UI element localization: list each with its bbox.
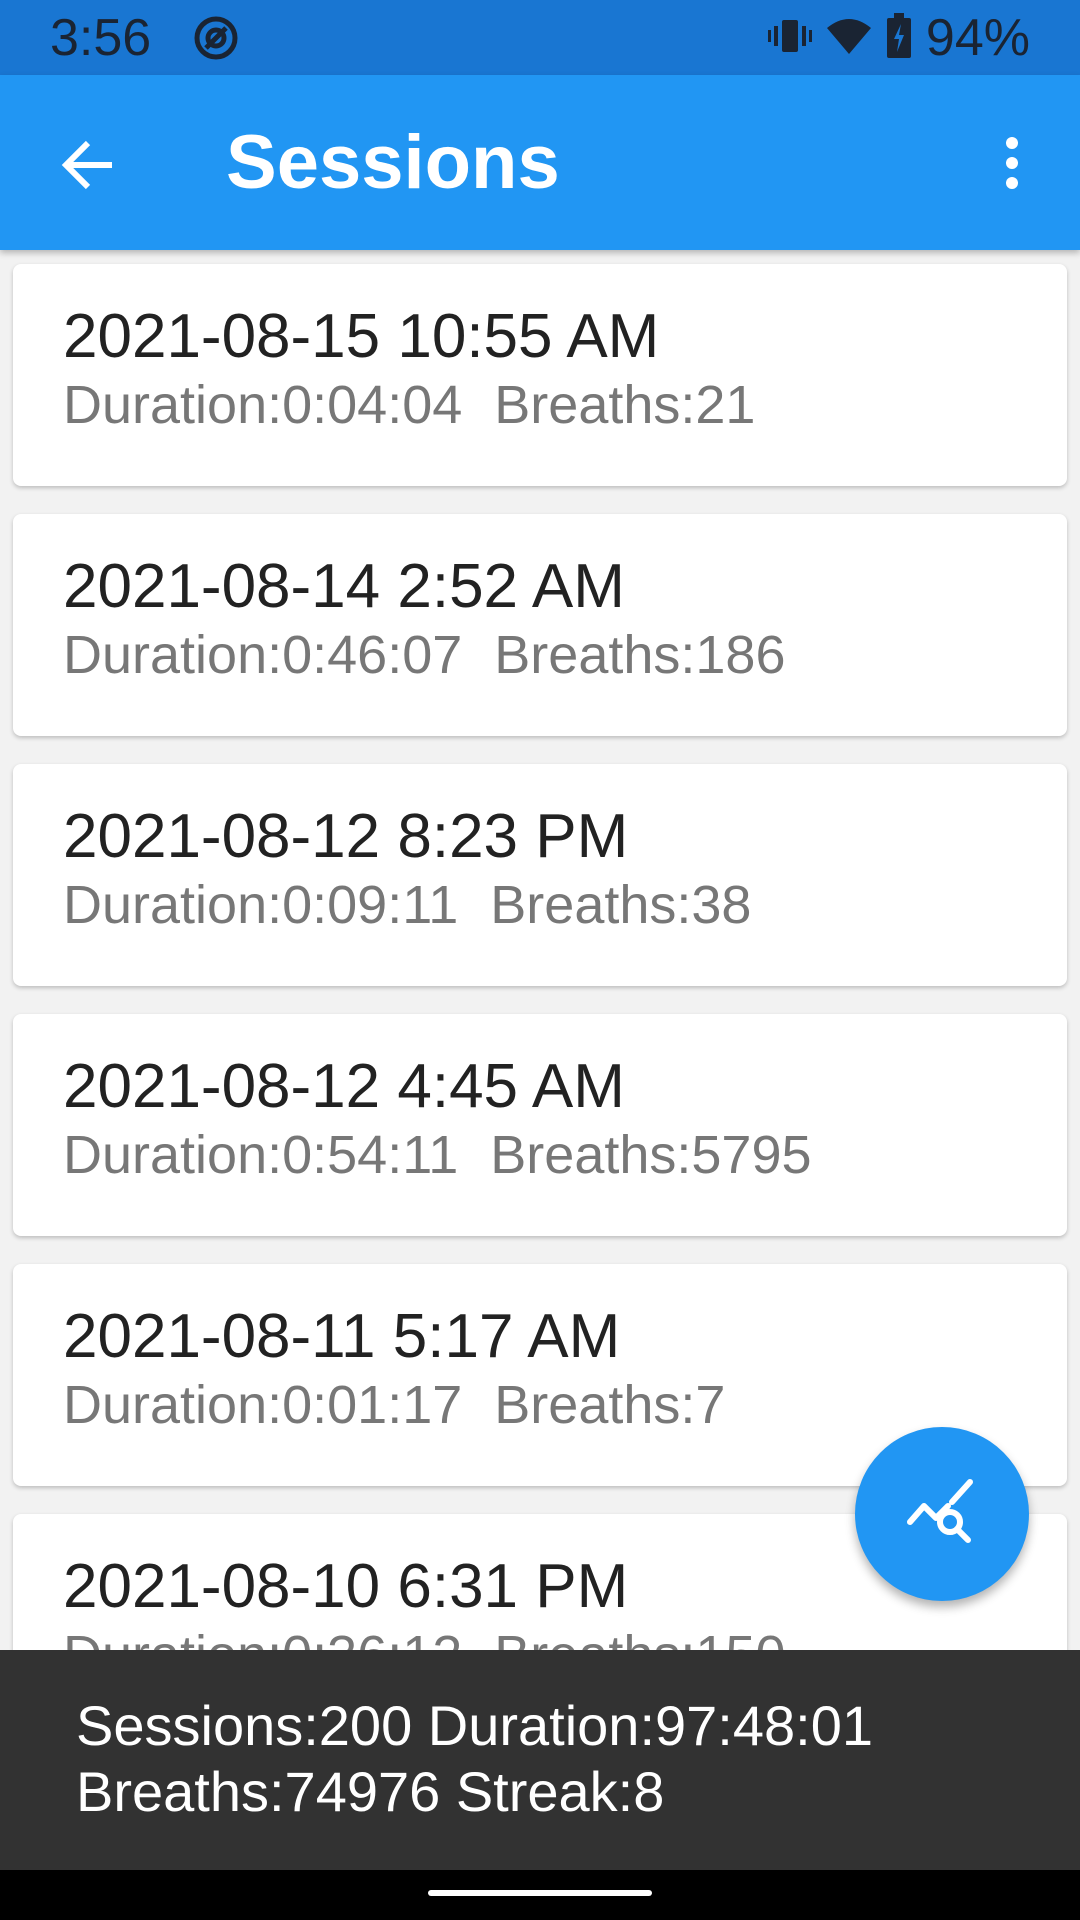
page-title: Sessions bbox=[226, 120, 560, 205]
session-breaths: Breaths:186 bbox=[494, 625, 786, 685]
session-duration: Duration:0:04:04 bbox=[63, 375, 463, 435]
status-bar: 3:56 94% bbox=[0, 0, 1080, 75]
arrow-back-icon bbox=[61, 140, 112, 190]
wifi-icon bbox=[826, 16, 872, 61]
navigation-bar bbox=[0, 1870, 1080, 1920]
status-time: 3:56 bbox=[50, 9, 152, 67]
gesture-handle[interactable] bbox=[428, 1890, 652, 1896]
session-date: 2021-08-15 10:55 AM bbox=[63, 302, 660, 371]
session-duration: Duration:0:54:11 bbox=[63, 1125, 459, 1185]
session-date: 2021-08-14 2:52 AM bbox=[63, 552, 625, 621]
session-card[interactable]: 2021-08-12 8:23 PM Duration:0:09:11 Breat… bbox=[13, 764, 1067, 986]
session-breaths: Breaths:150 bbox=[494, 1625, 785, 1650]
battery-percent: 94% bbox=[925, 9, 1030, 67]
session-breaths: Breaths:5795 bbox=[490, 1125, 812, 1185]
session-stats: Duration:0:04:04 Breaths:21 bbox=[63, 374, 755, 436]
session-stats: Duration:0:46:07 Breaths:186 bbox=[63, 624, 785, 686]
session-duration: Duration:0:09:11 bbox=[63, 875, 459, 935]
app-bar: Sessions bbox=[0, 75, 1080, 250]
more-options-button[interactable] bbox=[982, 125, 1042, 201]
status-icons: 94% bbox=[767, 8, 1030, 68]
summary-line-1: Sessions:200 Duration:97:48:01 bbox=[76, 1694, 873, 1757]
summary-line-2: Breaths:74976 Streak:8 bbox=[76, 1760, 665, 1823]
stats-fab-button[interactable] bbox=[855, 1427, 1029, 1601]
session-card[interactable]: 2021-08-14 2:52 AM Duration:0:46:07 Breat… bbox=[13, 514, 1067, 736]
session-duration: Duration:0:36:12 bbox=[63, 1625, 462, 1650]
session-breaths: Breaths:7 bbox=[494, 1375, 726, 1435]
battery-charging-icon bbox=[886, 12, 912, 64]
more-vert-icon bbox=[1006, 137, 1018, 189]
summary-bar: Sessions:200 Duration:97:48:01 Breaths:7… bbox=[0, 1650, 1080, 1870]
session-date: 2021-08-10 6:31 PM bbox=[63, 1552, 629, 1621]
session-card[interactable]: 2021-08-12 4:45 AM Duration:0:54:11 Breat… bbox=[13, 1014, 1067, 1236]
at-sign-icon bbox=[192, 14, 240, 62]
session-breaths: Breaths:21 bbox=[494, 375, 756, 435]
session-stats: Duration:0:09:11 Breaths:38 bbox=[63, 874, 751, 936]
back-button[interactable] bbox=[50, 127, 126, 203]
session-duration: Duration:0:46:07 bbox=[63, 625, 463, 685]
query-stats-icon bbox=[907, 1479, 973, 1543]
session-card[interactable]: 2021-08-15 10:55 AM Duration:0:04:04 Brea… bbox=[13, 264, 1067, 486]
session-stats: Duration:0:36:12 Breaths:150 bbox=[63, 1624, 785, 1650]
session-date: 2021-08-12 4:45 AM bbox=[63, 1052, 625, 1121]
vibrate-icon bbox=[767, 16, 812, 61]
session-breaths: Breaths:38 bbox=[490, 875, 752, 935]
session-stats: Duration:0:54:11 Breaths:5795 bbox=[63, 1124, 812, 1186]
session-stats: Duration:0:01:17 Breaths:7 bbox=[63, 1374, 725, 1436]
session-date: 2021-08-11 5:17 AM bbox=[63, 1302, 621, 1371]
session-duration: Duration:0:01:17 bbox=[63, 1375, 463, 1435]
sessions-screen: 3:56 94% Sessions 2021-08-15 10:55 AM Du… bbox=[0, 0, 1080, 1920]
session-date: 2021-08-12 8:23 PM bbox=[63, 802, 629, 871]
